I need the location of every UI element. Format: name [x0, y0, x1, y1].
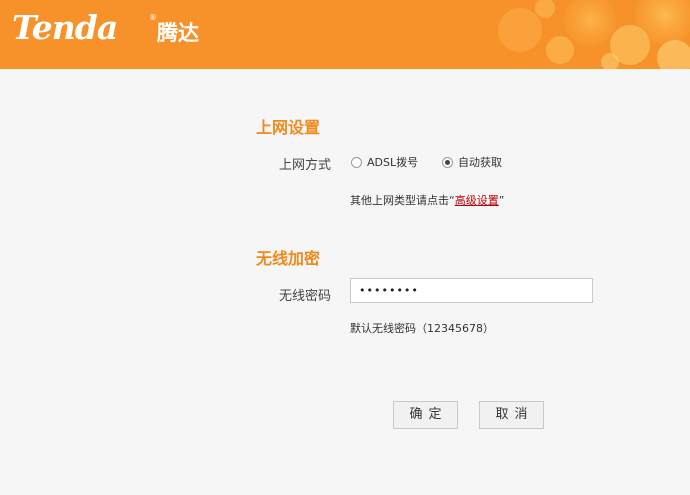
radio-auto[interactable]: 自动获取 — [442, 154, 502, 170]
wireless-section-title: 无线加密 — [256, 249, 321, 268]
hint-suffix: ” — [498, 194, 505, 207]
advanced-settings-hint: 其他上网类型请点击“高级设置” — [350, 192, 504, 208]
hint-prefix: 其他上网类型请点击“ — [350, 194, 455, 207]
logo-registered-mark: ® — [149, 13, 157, 22]
radio-adsl-control[interactable] — [351, 156, 362, 168]
advanced-settings-link[interactable]: 高级设置 — [455, 194, 499, 207]
connection-mode-label: 上网方式 — [278, 158, 331, 173]
radio-adsl-label: ADSL拨号 — [367, 156, 419, 169]
ok-button[interactable]: 确定 — [393, 401, 458, 429]
cancel-button[interactable]: 取消 — [479, 401, 544, 429]
wireless-password-label: 无线密码 — [278, 289, 331, 304]
internet-section-title: 上网设置 — [256, 118, 321, 137]
radio-auto-control[interactable] — [442, 156, 453, 168]
wireless-password-input[interactable] — [350, 278, 593, 303]
logo-text: Tenda — [12, 8, 118, 47]
radio-auto-label: 自动获取 — [458, 156, 502, 169]
default-password-hint: 默认无线密码（12345678） — [350, 322, 494, 335]
header-banner: Tenda ® 腾达 — [0, 0, 690, 69]
logo-chinese-text: 腾达 — [157, 21, 199, 45]
radio-adsl[interactable]: ADSL拨号 — [351, 154, 418, 170]
